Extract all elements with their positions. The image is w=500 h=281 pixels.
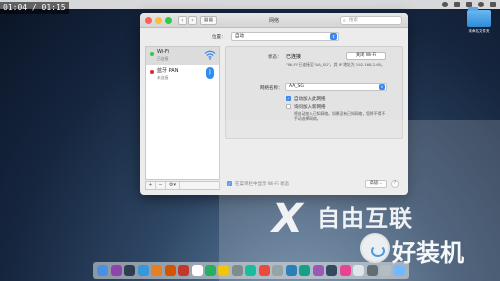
service-list: Wi-Fi 已连接 蓝牙 PAN 未连接 ᛒ — [145, 46, 220, 180]
bluetooth-icon: ᛒ — [206, 67, 214, 79]
ask-join-label: 询问加入新网络 — [294, 105, 326, 110]
wifi-icon — [204, 50, 216, 60]
dock-app-icon[interactable] — [353, 265, 365, 276]
dock-app-icon[interactable] — [285, 265, 297, 276]
search-icon: ⌕ — [343, 18, 346, 24]
auto-join-checkbox[interactable]: ✓ — [286, 96, 291, 101]
dock-app-icon[interactable] — [204, 265, 216, 276]
dock-app-icon[interactable] — [124, 265, 136, 276]
status-label: 状态： — [268, 55, 282, 60]
desktop-folder-label: 未命名文件夹 — [468, 29, 490, 33]
dock-app-icon[interactable] — [245, 265, 257, 276]
dock-app-icon[interactable] — [191, 265, 203, 276]
dock-app-icon[interactable] — [366, 265, 378, 276]
search-placeholder: 搜索 — [349, 18, 358, 23]
wifi-status-icon[interactable] — [442, 2, 448, 7]
dock-app-icon[interactable] — [151, 265, 163, 276]
dock — [93, 262, 409, 279]
service-item-wifi[interactable]: Wi-Fi 已连接 — [146, 47, 219, 65]
network-name-label: 网络名称： — [260, 86, 283, 91]
ask-join-checkbox[interactable] — [286, 104, 291, 109]
status-dot — [150, 52, 154, 56]
volume-icon[interactable] — [454, 2, 460, 7]
service-list-controls: + − ⚙▾ — [145, 181, 220, 190]
service-item-bluetooth-pan[interactable]: 蓝牙 PAN 未连接 ᛒ — [146, 65, 219, 83]
add-service-button[interactable]: + — [146, 182, 156, 189]
location-value: 自动 — [235, 34, 244, 39]
location-row: 位置： 自动 ⇕ — [140, 31, 408, 43]
status-value: 已连接 — [286, 54, 302, 60]
dock-app-icon[interactable] — [164, 265, 176, 276]
dock-app-icon[interactable] — [218, 265, 230, 276]
dock-app-icon[interactable] — [393, 265, 405, 276]
dock-app-icon[interactable] — [231, 265, 243, 276]
dock-app-icon[interactable] — [299, 265, 311, 276]
title-bar: ‹ › ▦▦ 网络 ⌕ 搜索 — [140, 13, 408, 28]
status-dot — [150, 70, 154, 74]
chevron-updown-icon: ⇕ — [330, 33, 337, 40]
spotlight-icon[interactable] — [478, 2, 484, 7]
action-menu-button[interactable]: ⚙▾ — [166, 182, 180, 189]
video-timer: 01:04 / 01:15 — [0, 2, 69, 14]
network-name-select[interactable]: AA_SG ⇕ — [285, 83, 387, 91]
watermark-logo-x: X — [272, 196, 303, 242]
watermark-logo-icon — [360, 233, 390, 263]
dock-app-icon[interactable] — [272, 265, 284, 276]
auto-join-label: 自动加入此网络 — [294, 97, 326, 102]
location-select[interactable]: 自动 ⇕ — [231, 32, 339, 41]
network-name-value: AA_SG — [289, 84, 304, 89]
dock-app-icon[interactable] — [258, 265, 270, 276]
folder-icon — [467, 7, 491, 27]
dock-app-icon[interactable] — [178, 265, 190, 276]
dock-app-icon[interactable] — [97, 265, 109, 276]
dock-app-icon[interactable] — [312, 265, 324, 276]
watermark-text: 自由互联 — [317, 206, 413, 232]
dock-app-icon[interactable] — [137, 265, 149, 276]
dock-app-icon[interactable] — [110, 265, 122, 276]
location-label: 位置： — [212, 35, 226, 40]
dock-app-icon[interactable] — [339, 265, 351, 276]
status-description: "Wi-Fi"已连接至"AA_SG"，其 IP 地址为 192.168.2.65… — [286, 62, 385, 67]
notification-center-icon[interactable] — [490, 2, 496, 7]
dock-app-icon[interactable] — [326, 265, 338, 276]
search-field[interactable]: ⌕ 搜索 — [340, 16, 402, 25]
turn-off-wifi-button[interactable]: 关闭 Wi-Fi — [346, 52, 386, 60]
chevron-updown-icon: ⇕ — [379, 84, 385, 90]
desktop-folder[interactable]: 未命名文件夹 — [462, 7, 496, 34]
remove-service-button[interactable]: − — [156, 182, 166, 189]
dock-app-icon[interactable] — [380, 265, 392, 276]
menu-bar — [0, 0, 500, 9]
